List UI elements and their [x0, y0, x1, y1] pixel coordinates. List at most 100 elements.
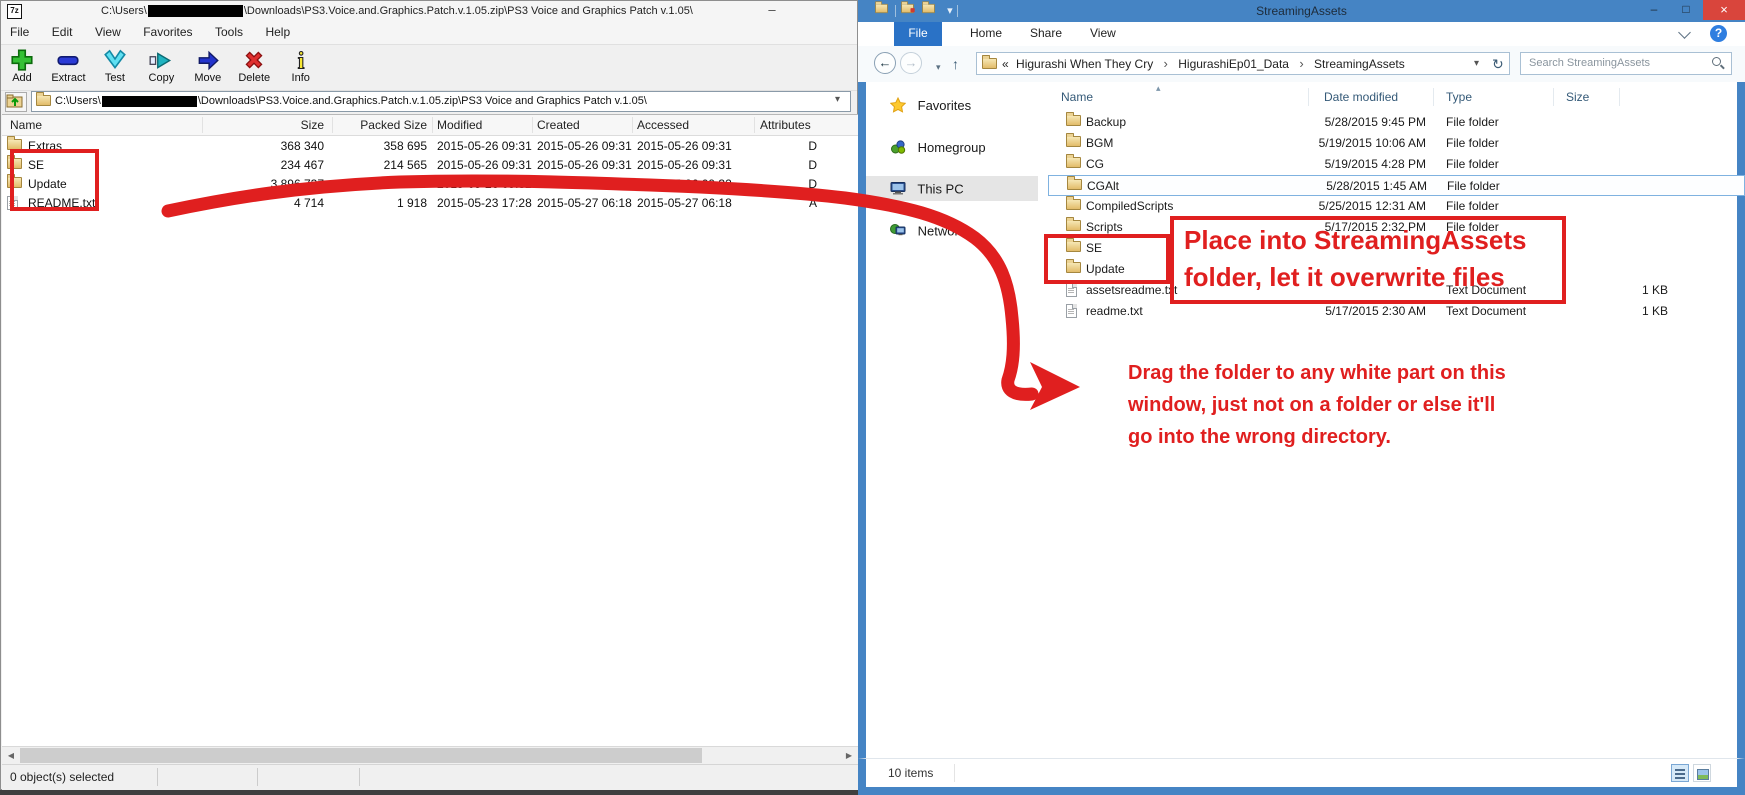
table-row-update[interactable]: Update 3 896 737 811 585 2015-05-26 09:3… [2, 175, 858, 194]
details-view-button[interactable] [1671, 764, 1689, 782]
forward-button[interactable]: → [900, 52, 922, 74]
scrollbar-thumb[interactable] [20, 748, 702, 763]
info-button[interactable]: i Info [280, 47, 322, 84]
tab-view[interactable]: View [1090, 22, 1116, 46]
up-one-level-button[interactable]: ↑ [952, 56, 959, 72]
up-directory-button[interactable] [5, 92, 27, 112]
list-item-bgm[interactable]: BGM 5/19/2015 10:06 AM File folder [1048, 133, 1745, 154]
search-input[interactable]: Search StreamingAssets [1520, 52, 1732, 75]
extract-button[interactable]: Extract [47, 47, 89, 84]
folder-icon [982, 58, 997, 69]
recent-locations-icon[interactable]: ▾ [936, 62, 941, 73]
address-path-prefix: C:\Users\ [55, 95, 101, 107]
breadcrumb[interactable]: « Higurashi When They Cry › HigurashiEp0… [976, 52, 1510, 75]
sevenzip-app-icon: 7z [7, 4, 22, 19]
breadcrumb-separator: › [1299, 56, 1303, 71]
column-header-attributes[interactable]: Attributes [760, 118, 811, 132]
explorer-column-headers: Name ▴ Date modified Type Size [866, 82, 1737, 110]
tab-share[interactable]: Share [1030, 22, 1062, 46]
table-row-extras[interactable]: Extras 368 340 358 695 2015-05-26 09:31 … [2, 137, 858, 156]
address-dropdown-icon[interactable]: ▾ [1474, 58, 1479, 69]
menu-favorites[interactable]: Favorites [134, 22, 201, 42]
column-header-modified[interactable]: Modified [437, 118, 482, 132]
menu-help[interactable]: Help [256, 22, 299, 42]
folder-icon [1066, 241, 1081, 252]
column-header-packed[interactable]: Packed Size [317, 118, 427, 132]
test-button[interactable]: Test [94, 47, 136, 84]
folder-icon [36, 95, 51, 106]
column-header-name[interactable]: Name [1061, 90, 1093, 104]
maximize-button[interactable]: □ [1671, 0, 1701, 20]
explorer-address-row: ← → ▾ ↑ « Higurashi When They Cry › Higu… [858, 46, 1745, 83]
address-combobox[interactable]: C:\Users\\Downloads\PS3.Voice.and.Graphi… [31, 91, 851, 112]
help-icon[interactable]: ? [1710, 25, 1727, 42]
folder-icon [1066, 262, 1081, 273]
address-dropdown-icon[interactable]: ▾ [835, 94, 840, 105]
back-button[interactable]: ← [874, 52, 896, 74]
table-row-se[interactable]: SE 234 467 214 565 2015-05-26 09:31 2015… [2, 156, 858, 175]
column-header-type[interactable]: Type [1446, 90, 1472, 104]
title-path-prefix: C:\Users\ [101, 5, 147, 17]
list-item-compiledscripts[interactable]: CompiledScripts 5/25/2015 12:31 AM File … [1048, 196, 1745, 217]
redacted-username [102, 96, 197, 107]
minimize-button[interactable]: – [1639, 0, 1669, 20]
selection-status: 0 object(s) selected [10, 770, 114, 784]
table-row-readme[interactable]: README.txt 4 714 1 918 2015-05-23 17:28 … [2, 194, 858, 213]
folder-icon [1066, 157, 1081, 168]
homegroup-icon [890, 139, 908, 158]
list-item-readme[interactable]: readme.txt 5/17/2015 2:30 AM Text Docume… [1048, 301, 1745, 322]
column-header-date[interactable]: Date modified [1324, 90, 1398, 104]
sidebar-item-homegroup[interactable]: Homegroup [890, 139, 986, 158]
text-file-icon [7, 196, 18, 210]
folder-icon [7, 158, 22, 169]
sidebar-item-network[interactable]: Network [890, 223, 965, 241]
close-button[interactable]: × [1703, 0, 1745, 20]
column-header-created[interactable]: Created [537, 118, 580, 132]
extract-bar-icon [55, 47, 81, 73]
menu-view[interactable]: View [86, 22, 130, 42]
sidebar-item-this-pc[interactable]: This PC [890, 181, 964, 199]
breadcrumb-streamingassets[interactable]: StreamingAssets [1314, 57, 1405, 71]
collapse-ribbon-icon[interactable] [1678, 26, 1691, 39]
item-count: 10 items [888, 766, 933, 780]
column-header-size[interactable]: Size [212, 118, 324, 132]
minimize-button[interactable]: – [757, 2, 787, 20]
list-item-cgalt-selected[interactable]: CGAlt 5/28/2015 1:45 AM File folder [1048, 175, 1745, 196]
list-item-cg[interactable]: CG 5/19/2015 4:28 PM File folder [1048, 154, 1745, 175]
horizontal-scrollbar[interactable]: ◀ ▶ [2, 746, 858, 764]
breadcrumb-higurashi[interactable]: Higurashi When They Cry [1016, 57, 1153, 71]
delete-x-icon [241, 47, 267, 73]
refresh-icon[interactable]: ↻ [1492, 56, 1504, 73]
copy-arrow-icon [148, 47, 174, 73]
scroll-left-icon[interactable]: ◀ [3, 748, 19, 763]
info-i-icon: i [288, 47, 314, 73]
sevenzip-window: 7z C:\Users\\Downloads\PS3.Voice.and.Gra… [0, 0, 858, 790]
sevenzip-window-title: C:\Users\\Downloads\PS3.Voice.and.Graphi… [101, 5, 693, 17]
list-item-backup[interactable]: Backup 5/28/2015 9:45 PM File folder [1048, 112, 1745, 133]
column-header-accessed[interactable]: Accessed [637, 118, 689, 132]
explorer-statusbar: 10 items [858, 758, 1745, 787]
tab-file[interactable]: File [894, 22, 942, 46]
search-icon [1712, 57, 1721, 66]
thumbnail-view-button[interactable] [1693, 764, 1711, 782]
folder-icon [1067, 179, 1082, 190]
explorer-ribbon-tabs: File Home Share View ? [858, 22, 1745, 47]
menu-file[interactable]: File [1, 22, 38, 42]
search-placeholder: Search StreamingAssets [1529, 57, 1650, 69]
tab-home[interactable]: Home [970, 22, 1002, 46]
delete-button[interactable]: Delete [233, 47, 275, 84]
copy-button[interactable]: Copy [140, 47, 182, 84]
menu-tools[interactable]: Tools [206, 22, 252, 42]
network-icon [890, 223, 908, 241]
scroll-right-icon[interactable]: ▶ [841, 748, 857, 763]
folder-up-icon [6, 93, 24, 109]
move-button[interactable]: Move [187, 47, 229, 84]
menu-edit[interactable]: Edit [43, 22, 82, 42]
annotation-place-line1: Place into StreamingAssets [1184, 225, 1526, 256]
column-header-name[interactable]: Name [10, 118, 42, 132]
sevenzip-toolbar: Add Extract Test Copy Move Delete i Info [1, 45, 857, 91]
breadcrumb-ep01data[interactable]: HigurashiEp01_Data [1178, 57, 1289, 71]
sevenzip-file-list: Name Size Packed Size Modified Created A… [2, 114, 858, 764]
add-button[interactable]: Add [1, 47, 43, 84]
column-header-size[interactable]: Size [1566, 90, 1589, 104]
